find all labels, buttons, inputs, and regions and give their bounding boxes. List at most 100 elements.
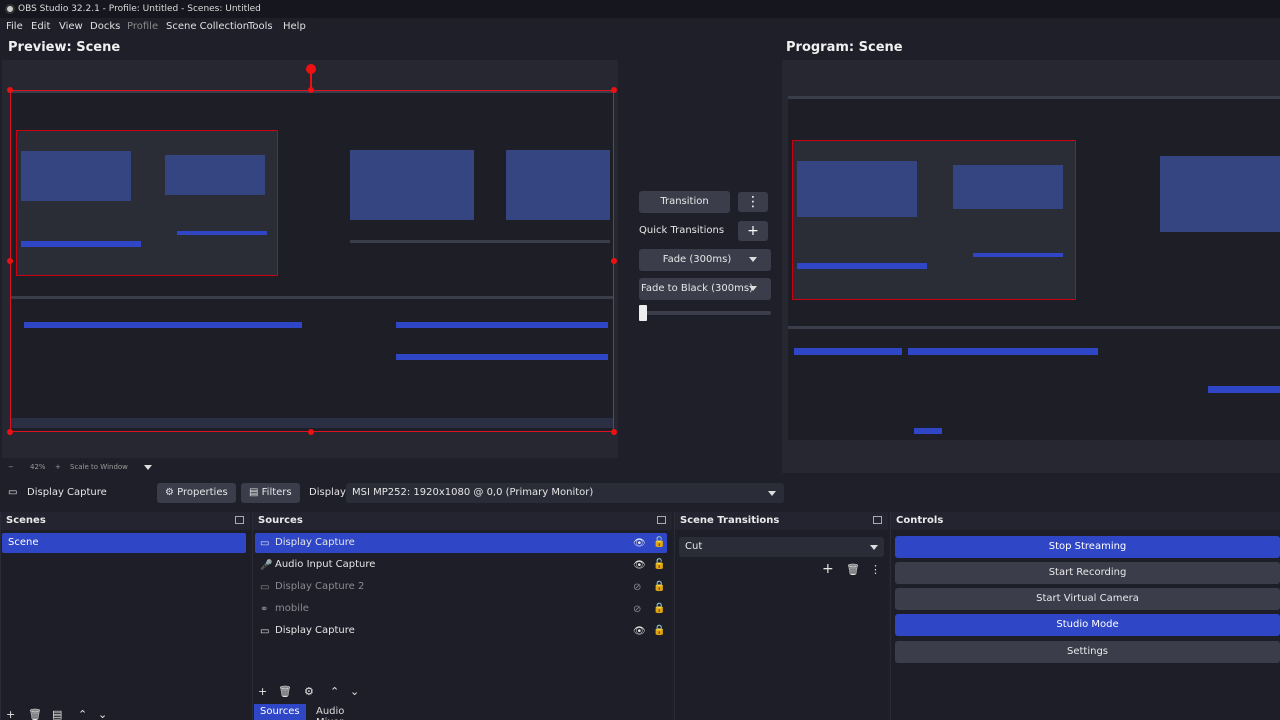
preview-canvas[interactable] [2,60,618,458]
menu-help[interactable]: Help [283,21,306,32]
scene-list-item[interactable]: Scene [2,533,246,553]
properties-button[interactable]: ⚙ Properties [157,483,236,503]
t-bar-track[interactable] [639,311,771,315]
source-row[interactable]: ▭ Display Capture 2 ⊘ 🔒 [255,577,667,597]
scene-filters-icon[interactable]: ▤ [52,708,62,720]
start-virtual-camera-button[interactable]: Start Virtual Camera [895,588,1280,610]
rotation-handle[interactable] [306,64,316,74]
window-title: OBS Studio 32.2.1 - Profile: Untitled - … [18,4,261,14]
scenes-toolbar: + 🗑 ▤ ⌃ ⌄ [4,706,124,720]
remove-scene-icon[interactable]: 🗑 [28,708,42,720]
start-recording-button[interactable]: Start Recording [895,562,1280,584]
window-titlebar: OBS Studio 32.2.1 - Profile: Untitled - … [0,0,1280,18]
resize-handle-t[interactable] [308,87,314,93]
resize-handle-b[interactable] [308,429,314,435]
obs-logo-icon [5,4,15,14]
move-down-icon[interactable]: ⌄ [98,708,107,720]
chevron-down-icon [749,286,757,291]
resize-handle-tl[interactable] [7,87,13,93]
unlock-icon[interactable]: 🔓 [653,559,665,570]
menu-edit[interactable]: Edit [31,21,50,32]
lock-icon[interactable]: 🔒 [653,581,665,592]
gear-icon: ⚙ [165,487,178,498]
transitions-toolbar: + 🗑 ⋮ [820,561,884,581]
scale-mode[interactable]: Scale to Window [70,463,128,471]
source-name: Display Capture [275,537,355,548]
lock-icon[interactable]: 🔒 [653,625,665,636]
remove-source-icon[interactable]: 🗑 [278,685,292,698]
undock-icon[interactable] [873,516,882,524]
unlock-icon[interactable]: 🔓 [653,537,665,548]
eye-icon[interactable]: 👁 [633,626,646,637]
tab-sources[interactable]: Sources [254,704,306,720]
selection-bounding-box[interactable] [10,90,614,432]
eye-icon[interactable]: 👁 [633,560,646,571]
resize-handle-bl[interactable] [7,429,13,435]
resize-handle-l[interactable] [7,258,13,264]
undock-icon[interactable] [657,516,666,524]
undock-icon[interactable] [235,516,244,524]
add-source-icon[interactable]: + [258,685,267,698]
transition-select-value: Cut [685,541,703,552]
source-row[interactable]: 🎤 Audio Input Capture 👁 🔓 [255,555,667,575]
source-row[interactable]: ▭ Display Capture 👁 🔒 [255,621,667,641]
quick-transition-fade[interactable]: Fade (300ms) [639,249,771,271]
studio-mode-button[interactable]: Studio Mode [895,614,1280,636]
source-row[interactable]: ⚭ mobile ⊘ 🔒 [255,599,667,619]
chevron-down-icon [768,491,776,496]
add-scene-icon[interactable]: + [6,708,15,720]
preview-zoom-bar: − 42% + Scale to Window [0,460,620,474]
filter-icon: ▤ [249,487,262,498]
eye-hidden-icon[interactable]: ⊘ [633,582,641,593]
lock-icon[interactable]: 🔒 [653,603,665,614]
move-up-icon[interactable]: ⌃ [330,685,339,698]
chevron-down-icon [749,257,757,262]
monitor-icon: ▭ [8,487,18,498]
transition-menu-icon[interactable]: ⋮ [870,563,881,576]
transition-select[interactable]: Cut [679,537,884,557]
add-transition-icon[interactable]: + [822,561,834,577]
source-name: Display Capture 2 [275,581,365,592]
source-properties-gear-icon[interactable]: ⚙ [304,685,314,698]
menu-view[interactable]: View [59,21,83,32]
tab-audio-mixer[interactable]: Audio Mixer [310,704,350,720]
t-bar-thumb[interactable] [639,305,647,321]
resize-handle-br[interactable] [611,429,617,435]
menu-file[interactable]: File [6,21,23,32]
microphone-icon: 🎤 [260,560,273,571]
menu-bar: File Edit View Docks Profile Scene Colle… [0,18,1280,36]
properties-label: Properties [177,487,228,498]
filters-label: Filters [261,487,292,498]
menu-docks[interactable]: Docks [90,21,120,32]
sources-dock-title: Sources [253,512,672,530]
settings-button[interactable]: Settings [895,641,1280,663]
scale-dropdown-icon[interactable] [144,465,152,470]
move-down-icon[interactable]: ⌄ [350,685,359,698]
program-canvas [782,60,1280,473]
quick-transition-fade-label: Fade (300ms) [662,254,732,265]
eye-hidden-icon[interactable]: ⊘ [633,604,641,615]
source-row[interactable]: ▭ Display Capture 👁 🔓 [255,533,667,553]
display-select[interactable]: MSI MP252: 1920x1080 @ 0,0 (Primary Moni… [346,483,784,503]
resize-handle-tr[interactable] [611,87,617,93]
transition-button[interactable]: Transition [639,191,730,213]
controls-dock-title: Controls [891,512,1280,530]
menu-tools[interactable]: Tools [248,21,273,32]
monitor-icon: ▭ [260,626,270,637]
eye-icon[interactable]: 👁 [633,538,646,549]
transition-menu-icon[interactable]: ⋮ [738,192,768,212]
stop-streaming-button[interactable]: Stop Streaming [895,536,1280,558]
resize-handle-r[interactable] [611,258,617,264]
remove-transition-icon[interactable]: 🗑 [846,563,860,576]
monitor-icon: ▭ [260,582,270,593]
filters-button[interactable]: ▤ Filters [241,483,300,503]
menu-scene-collection[interactable]: Scene Collection [166,21,249,32]
menu-profile[interactable]: Profile [127,21,158,32]
display-label: Display [309,487,346,498]
move-up-icon[interactable]: ⌃ [78,708,87,720]
add-quick-transition-icon[interactable]: + [738,221,768,241]
quick-transition-fade-to-black[interactable]: Fade to Black (300ms) [639,278,771,300]
zoom-in-icon[interactable]: + [55,463,61,471]
zoom-out-icon[interactable]: − [8,463,14,471]
scenes-dock-title: Scenes [1,512,250,530]
